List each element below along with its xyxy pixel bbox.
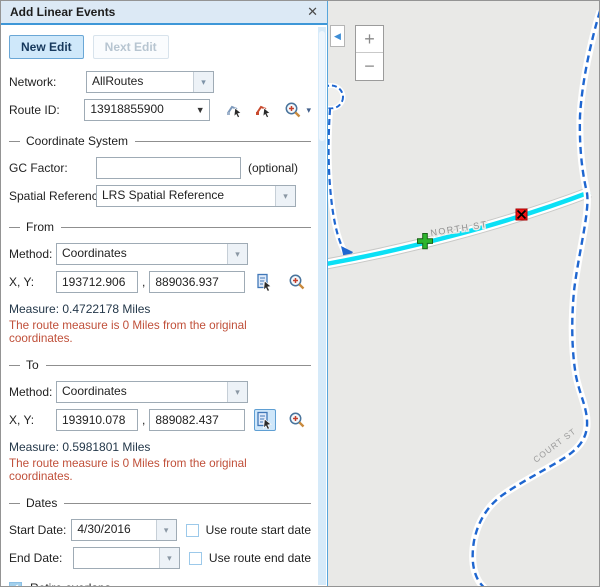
to-zoom-to-button[interactable] — [286, 409, 308, 431]
to-method-label: Method: — [9, 385, 56, 399]
route-id-value: 13918855900 — [85, 100, 191, 120]
select-route-red-icon — [255, 101, 273, 119]
collapse-arrow-icon: ◀ — [334, 31, 341, 42]
connector-casing — [329, 109, 348, 257]
pick-coordinates-icon — [256, 273, 274, 291]
zoom-options-caret-icon[interactable]: ▾ — [306, 105, 311, 116]
end-date-value — [74, 548, 159, 568]
gc-factor-label: GC Factor: — [9, 161, 96, 175]
from-pick-location-button[interactable] — [254, 271, 276, 293]
to-heading: To — [26, 358, 39, 372]
select-route-gray-icon — [226, 101, 244, 119]
use-route-start-date-checkbox[interactable] — [186, 524, 199, 537]
spatial-reference-value: LRS Spatial Reference — [97, 186, 275, 206]
to-method-dropdown-arrow-icon[interactable]: ▾ — [227, 382, 247, 402]
pick-coordinates-icon — [256, 411, 274, 429]
zoom-to-route-button[interactable] — [282, 99, 304, 121]
use-route-start-date-label: Use route start date — [206, 523, 311, 537]
end-date-picker[interactable]: ▾ — [73, 547, 180, 569]
gc-factor-optional-hint: (optional) — [248, 161, 298, 175]
map-canvas: NORTH ST COURT ST — [328, 1, 599, 586]
magnifier-plus-icon — [288, 273, 306, 291]
start-date-picker[interactable]: 4/30/2016 ▾ — [71, 519, 176, 541]
dates-heading: Dates — [26, 496, 57, 510]
dates-separator: Dates — [9, 496, 311, 510]
collapse-panel-button[interactable]: ◀ — [330, 25, 345, 47]
coordinate-system-separator: Coordinate System — [9, 134, 311, 148]
close-icon[interactable]: ✕ — [307, 4, 318, 20]
retire-overlaps-label: Retire overlaps — [30, 581, 111, 587]
use-route-end-date-checkbox[interactable] — [189, 552, 202, 565]
from-y-input[interactable] — [149, 271, 245, 293]
to-pick-location-button[interactable] — [254, 409, 276, 431]
to-measure-text: Measure: 0.5981801 Miles — [9, 440, 311, 454]
network-value: AllRoutes — [87, 72, 193, 92]
spatial-reference-dropdown[interactable]: LRS Spatial Reference ▾ — [96, 185, 296, 207]
start-date-label: Start Date: — [9, 523, 71, 537]
map-zoom-control: + − — [355, 25, 384, 81]
from-method-dropdown-arrow-icon[interactable]: ▾ — [227, 244, 247, 264]
court-st-street-label: COURT ST — [531, 426, 578, 465]
from-method-value: Coordinates — [57, 244, 227, 264]
gc-factor-input[interactable] — [96, 157, 241, 179]
retire-overlaps-checkbox[interactable]: ✔ — [9, 582, 22, 587]
application-window: Add Linear Events ✕ New Edit Next Edit N… — [0, 0, 600, 587]
route-id-dropdown-arrow-icon[interactable]: ▼ — [192, 100, 209, 120]
from-measure-text: Measure: 0.4722178 Miles — [9, 302, 311, 316]
route-id-combobox[interactable]: 13918855900 ▼ — [84, 99, 209, 121]
magnifier-plus-icon — [288, 411, 306, 429]
add-linear-events-panel: Add Linear Events ✕ New Edit Next Edit N… — [1, 1, 328, 586]
spatial-reference-label: Spatial Reference: — [9, 189, 96, 203]
to-method-value: Coordinates — [57, 382, 227, 402]
to-y-input[interactable] — [149, 409, 245, 431]
zoom-out-button[interactable]: − — [356, 53, 383, 80]
from-method-dropdown[interactable]: Coordinates ▾ — [56, 243, 248, 265]
clear-route-selection-button[interactable] — [253, 99, 275, 121]
start-date-value: 4/30/2016 — [72, 520, 155, 540]
from-xy-comma: , — [142, 275, 145, 289]
end-date-label: End Date: — [9, 551, 73, 565]
panel-title: Add Linear Events — [10, 5, 115, 19]
use-route-end-date-label: Use route end date — [209, 551, 311, 565]
magnifier-plus-icon — [284, 101, 302, 119]
network-dropdown[interactable]: AllRoutes ▾ — [86, 71, 214, 93]
to-separator: To — [9, 358, 311, 372]
next-edit-button[interactable]: Next Edit — [93, 35, 169, 59]
to-xy-comma: , — [142, 413, 145, 427]
from-heading: From — [26, 220, 54, 234]
to-x-input[interactable] — [56, 409, 138, 431]
network-dropdown-arrow-icon[interactable]: ▾ — [193, 72, 213, 92]
route-id-label: Route ID: — [9, 103, 84, 117]
from-warning-text: The route measure is 0 Miles from the or… — [9, 319, 311, 345]
select-route-on-map-button[interactable] — [224, 99, 246, 121]
start-date-dropdown-arrow-icon[interactable]: ▾ — [156, 520, 176, 540]
to-xy-label: X, Y: — [9, 413, 56, 427]
panel-content: New Edit Next Edit Network: AllRoutes ▾ … — [1, 35, 327, 587]
to-method-dropdown[interactable]: Coordinates ▾ — [56, 381, 248, 403]
spatial-reference-dropdown-arrow-icon[interactable]: ▾ — [275, 186, 295, 206]
from-xy-label: X, Y: — [9, 275, 56, 289]
new-edit-button[interactable]: New Edit — [9, 35, 84, 59]
coordinate-system-heading: Coordinate System — [26, 134, 128, 148]
zoom-in-button[interactable]: + — [356, 26, 383, 53]
network-label: Network: — [9, 75, 86, 89]
panel-titlebar: Add Linear Events ✕ — [1, 1, 327, 25]
from-method-label: Method: — [9, 247, 56, 261]
stream-casing — [473, 11, 599, 586]
map-view[interactable]: NORTH ST COURT ST ◀ + − — [328, 1, 599, 586]
from-separator: From — [9, 220, 311, 234]
panel-scrollbar[interactable] — [318, 27, 326, 585]
from-x-input[interactable] — [56, 271, 138, 293]
panel-scrollbar-thumb[interactable] — [319, 31, 325, 141]
from-zoom-to-button[interactable] — [286, 271, 308, 293]
end-date-dropdown-arrow-icon[interactable]: ▾ — [159, 548, 179, 568]
to-warning-text: The route measure is 0 Miles from the or… — [9, 457, 311, 483]
